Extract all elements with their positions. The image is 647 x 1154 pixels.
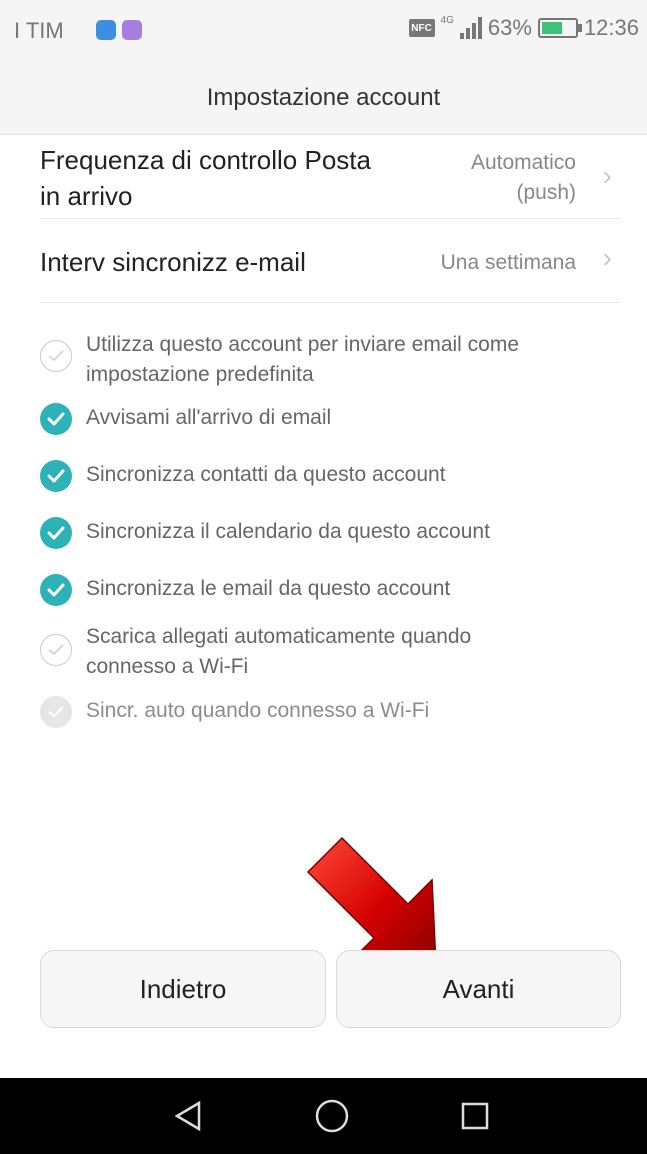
option-text: connesso a Wi-Fi bbox=[86, 655, 249, 678]
back-nav-icon[interactable] bbox=[168, 1096, 208, 1136]
value-line: (push) bbox=[516, 181, 576, 204]
chevron-right-icon: › bbox=[602, 242, 612, 273]
checkbox-unchecked-icon[interactable] bbox=[40, 340, 72, 372]
option-text: Sincronizza contatti da questo account bbox=[86, 463, 446, 486]
inbox-check-frequency-label: Frequenza di controllo Posta in arrivo bbox=[40, 142, 371, 214]
checkbox-checked-icon[interactable] bbox=[40, 460, 72, 492]
home-nav-icon[interactable] bbox=[312, 1096, 352, 1136]
label-line: in arrivo bbox=[40, 181, 133, 211]
navigation-bar bbox=[0, 1078, 647, 1154]
option-text: impostazione predefinita bbox=[86, 363, 314, 386]
value-line: Automatico bbox=[470, 151, 576, 174]
option-text: Sincronizza le email da questo account bbox=[86, 577, 451, 600]
back-button[interactable]: Indietro bbox=[40, 950, 326, 1028]
option-text: Sincronizza il calendario da questo acco… bbox=[86, 520, 490, 543]
inbox-check-frequency-value: Automatico (push) bbox=[471, 148, 576, 208]
checkbox-checked-icon[interactable] bbox=[40, 517, 72, 549]
network-type-label: 4G bbox=[440, 15, 454, 26]
signal-icon bbox=[459, 17, 482, 39]
sync-interval-row[interactable]: Interv sincronizz e-mail Una settimana › bbox=[40, 218, 620, 303]
notification-purple-icon bbox=[122, 20, 142, 40]
notification-blue-icon bbox=[96, 20, 116, 40]
option-sync-email[interactable]: Sincronizza le email da questo account bbox=[40, 574, 610, 610]
nfc-icon: NFC bbox=[408, 19, 435, 37]
battery-icon bbox=[537, 18, 582, 38]
option-text: Sincr. auto quando connesso a Wi-Fi bbox=[86, 699, 430, 722]
checkbox-disabled-icon bbox=[40, 696, 72, 728]
status-bar: I TIM NFC 4G 63% 12:36 bbox=[0, 0, 647, 62]
page-title: Impostazione account bbox=[0, 62, 647, 135]
option-download-attachments[interactable]: Scarica allegati automaticamente quando … bbox=[40, 622, 610, 682]
option-default-account[interactable]: Utilizza questo account per inviare emai… bbox=[40, 330, 610, 390]
option-notify-email[interactable]: Avvisami all'arrivo di email bbox=[40, 403, 610, 439]
carrier-label: I TIM bbox=[14, 18, 64, 43]
battery-percent: 63% bbox=[487, 15, 532, 40]
option-sync-calendar[interactable]: Sincronizza il calendario da questo acco… bbox=[40, 517, 610, 553]
checkbox-checked-icon[interactable] bbox=[40, 403, 72, 435]
sync-interval-label: Interv sincronizz e-mail bbox=[40, 247, 306, 277]
option-text: Scarica allegati automaticamente quando bbox=[86, 625, 472, 648]
option-sync-contacts[interactable]: Sincronizza contatti da questo account bbox=[40, 460, 610, 496]
recents-nav-icon[interactable] bbox=[455, 1096, 495, 1136]
checkbox-checked-icon[interactable] bbox=[40, 574, 72, 606]
label-line: Frequenza di controllo Posta bbox=[40, 145, 371, 175]
option-text: Avvisami all'arrivo di email bbox=[86, 406, 332, 429]
option-auto-sync-wifi: Sincr. auto quando connesso a Wi-Fi bbox=[40, 696, 610, 732]
next-button[interactable]: Avanti bbox=[336, 950, 621, 1028]
option-text: Utilizza questo account per inviare emai… bbox=[86, 333, 520, 356]
clock: 12:36 bbox=[583, 15, 639, 40]
sync-interval-value: Una settimana bbox=[440, 251, 576, 274]
chevron-right-icon: › bbox=[602, 160, 612, 191]
inbox-check-frequency-row[interactable]: Frequenza di controllo Posta in arrivo A… bbox=[40, 140, 620, 219]
checkbox-unchecked-icon[interactable] bbox=[40, 634, 72, 666]
